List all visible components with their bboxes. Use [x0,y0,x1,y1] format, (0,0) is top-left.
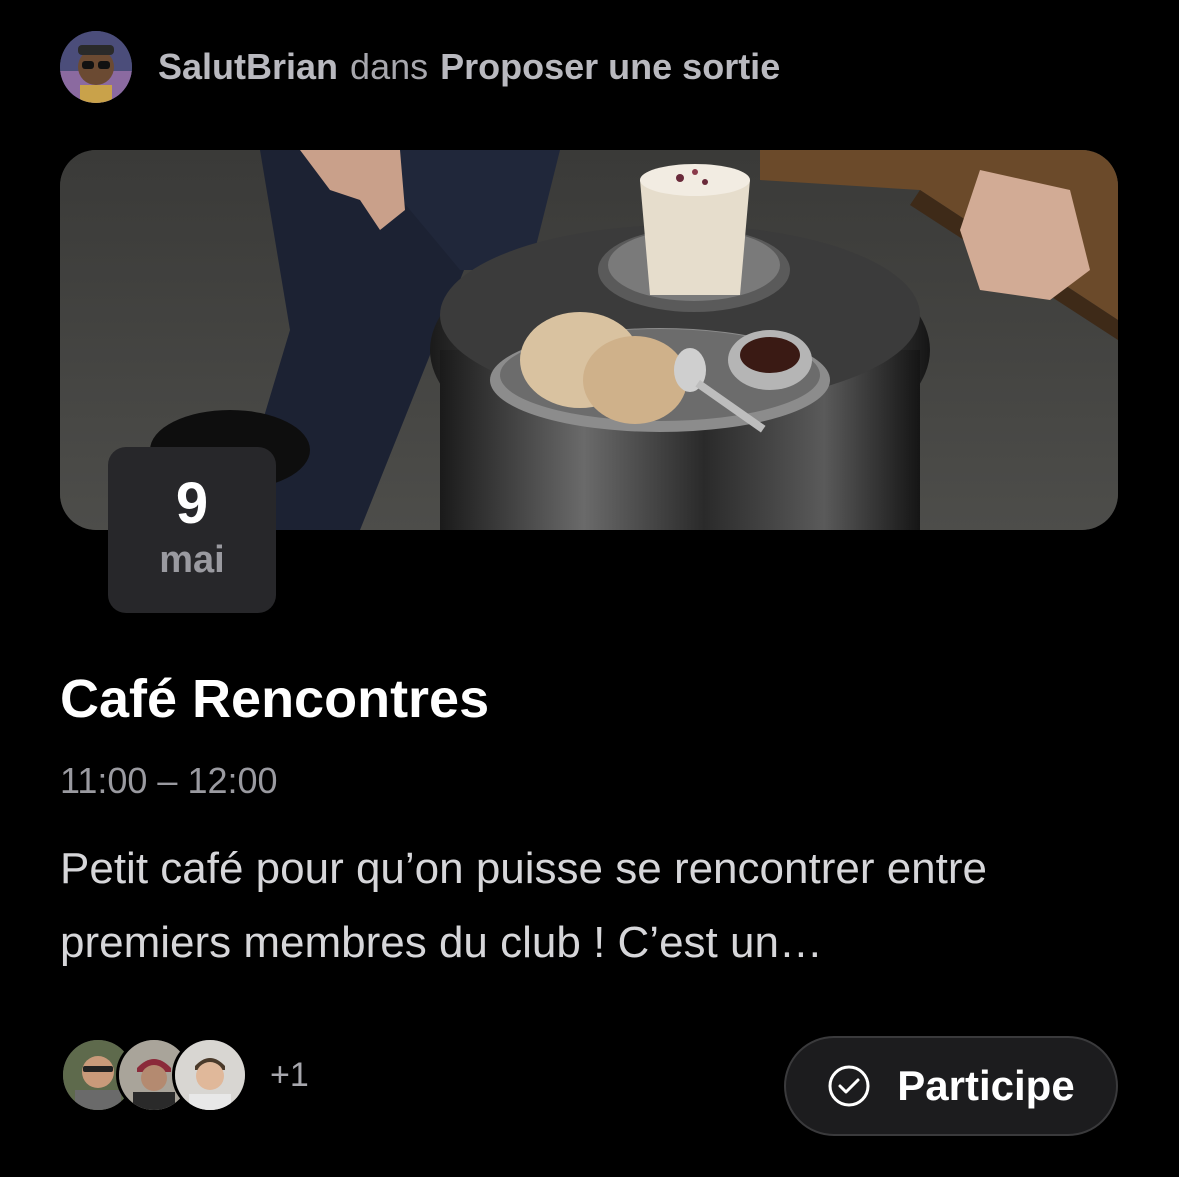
check-circle-icon [828,1065,870,1107]
author-name[interactable]: SalutBrian [158,46,338,87]
attendee-avatar [172,1037,248,1113]
event-title[interactable]: Café Rencontres [60,668,489,730]
event-day: 9 [175,471,209,536]
post-context: SalutBrian dans Proposer une sortie [158,46,780,88]
author-avatar[interactable] [60,31,132,103]
attendee-more-count: +1 [270,1055,309,1094]
event-time: 11:00 – 12:00 [60,760,278,801]
event-description[interactable]: Petit café pour qu’on puisse se rencontr… [60,832,1120,980]
channel-name[interactable]: Proposer une sortie [440,46,780,87]
event-month: mai [159,539,225,581]
event-date-badge: 9 mai [108,447,276,613]
post-header: SalutBrian dans Proposer une sortie [60,30,780,104]
connector-text: dans [350,46,429,87]
attendee-list[interactable]: +1 [60,1037,309,1113]
participate-label: Participe [897,1062,1075,1109]
participate-button[interactable]: Participe [784,1036,1118,1136]
